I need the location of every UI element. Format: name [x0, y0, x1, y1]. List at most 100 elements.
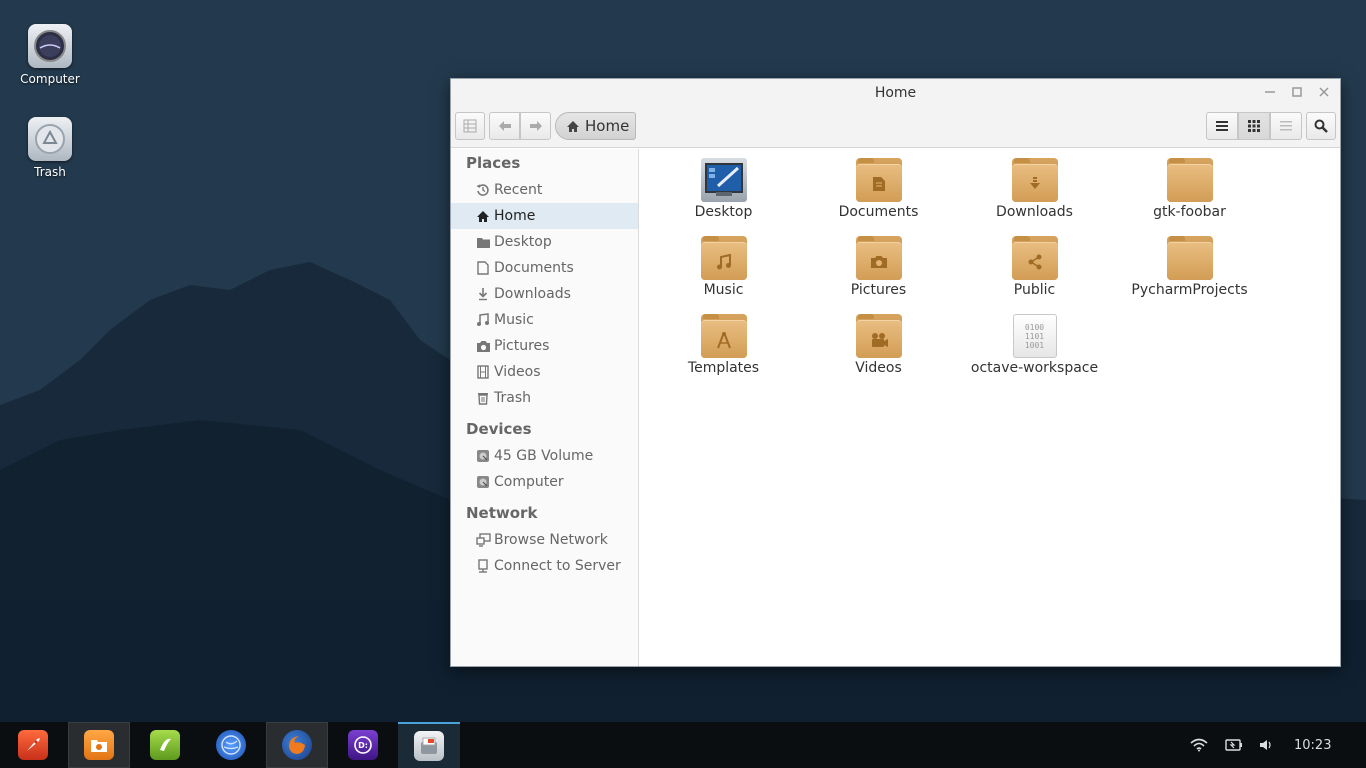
- list-view-button[interactable]: [1206, 112, 1238, 140]
- drive-icon: [475, 448, 491, 464]
- sidebar-item-computer[interactable]: Computer: [451, 469, 638, 495]
- file-item-pictures[interactable]: Pictures: [801, 236, 956, 298]
- sidebar-item-label: Home: [494, 208, 536, 224]
- folder-icon: [1166, 158, 1213, 202]
- sidebar-item-browse-network[interactable]: Browse Network: [451, 527, 638, 553]
- file-view[interactable]: Desktop Documents Downloads gtk-foobar M…: [640, 149, 1340, 666]
- clock-icon: [475, 182, 491, 198]
- arrow-left-icon: [498, 121, 511, 131]
- taskbar-web-browser[interactable]: [200, 722, 262, 768]
- sidebar-heading-places: Places: [466, 154, 521, 172]
- file-label: Public: [1013, 282, 1056, 298]
- desktop-icon-trash[interactable]: Trash: [10, 117, 90, 179]
- sidebar-item-music[interactable]: Music: [451, 307, 638, 333]
- columns-icon: [1280, 121, 1292, 131]
- svg-text:D:: D:: [358, 741, 368, 750]
- column-view-button[interactable]: [1270, 112, 1302, 140]
- minimize-button[interactable]: [1261, 83, 1279, 101]
- share-icon: [1028, 254, 1041, 269]
- list-icon: [1216, 121, 1228, 131]
- arrow-right-icon: [529, 121, 542, 131]
- firefox-icon: [282, 730, 312, 760]
- file-item-octave-workspace[interactable]: 0100 1101 1001 octave-workspace: [957, 314, 1112, 376]
- camera-icon: [475, 338, 491, 354]
- close-button[interactable]: [1315, 83, 1333, 101]
- back-button[interactable]: [489, 112, 520, 140]
- sidebar-heading-network: Network: [466, 504, 538, 522]
- battery-icon[interactable]: [1225, 722, 1243, 768]
- drive-icon: [475, 474, 491, 490]
- file-manager-window: Home Home Places Recent Home Desktop Doc…: [450, 78, 1341, 667]
- volume-icon[interactable]: [1259, 722, 1273, 768]
- file-item-videos[interactable]: Videos: [801, 314, 956, 376]
- desktop-icon-label: Trash: [34, 165, 66, 179]
- file-item-gtk-foobar[interactable]: gtk-foobar: [1112, 158, 1267, 220]
- file-label: Templates: [687, 360, 760, 376]
- file-item-documents[interactable]: Documents: [801, 158, 956, 220]
- deadbeef-icon: D:: [348, 730, 378, 760]
- taskbar-music-player[interactable]: [134, 722, 196, 768]
- sidebar-item-recent[interactable]: Recent: [451, 177, 638, 203]
- folder-icon: [855, 314, 902, 358]
- sidebar-item-downloads[interactable]: Downloads: [451, 281, 638, 307]
- sidebar-item-label: Computer: [494, 474, 564, 490]
- maximize-button[interactable]: [1288, 83, 1306, 101]
- sidebar-item-label: Documents: [494, 260, 574, 276]
- taskbar-file-manager[interactable]: [68, 722, 130, 768]
- sidebar-item-label: Videos: [494, 364, 541, 380]
- desktop-icon-computer[interactable]: Computer: [10, 24, 90, 86]
- home-icon: [475, 208, 491, 224]
- binary-file-icon: 0100 1101 1001: [1012, 314, 1057, 358]
- window-titlebar[interactable]: Home: [451, 79, 1340, 106]
- sidebar-item-home[interactable]: Home: [451, 203, 638, 229]
- file-label: Desktop: [694, 204, 753, 220]
- breadcrumb-home[interactable]: Home: [555, 112, 636, 140]
- file-manager-icon: [84, 730, 114, 760]
- file-item-desktop[interactable]: Desktop: [646, 158, 801, 220]
- folder-icon: [1011, 236, 1058, 280]
- film-camera-icon: [871, 332, 888, 347]
- desktop-folder-icon: [475, 234, 491, 250]
- computer-icon: [28, 24, 72, 68]
- minimize-icon: [1265, 91, 1275, 93]
- music-icon: [475, 312, 491, 328]
- sidebar-item-label: Connect to Server: [494, 558, 621, 574]
- sidebar-item-trash[interactable]: Trash: [451, 385, 638, 411]
- sidebar-item-pictures[interactable]: Pictures: [451, 333, 638, 359]
- file-item-music[interactable]: Music: [646, 236, 801, 298]
- file-label: Videos: [855, 360, 902, 376]
- sidebar-item-45gb-volume[interactable]: 45 GB Volume: [451, 443, 638, 469]
- file-label: Downloads: [996, 204, 1073, 220]
- taskbar-firefox[interactable]: [266, 722, 328, 768]
- taskbar-launcher[interactable]: [2, 722, 64, 768]
- folder-icon: [1166, 236, 1213, 280]
- binary-line: 1101: [1024, 331, 1045, 341]
- window-title: Home: [874, 84, 917, 101]
- sidebar-item-connect-to-server[interactable]: Connect to Server: [451, 553, 638, 579]
- home-icon: [567, 120, 579, 132]
- rocket-launcher-icon: [18, 730, 48, 760]
- taskbar-deadbeef[interactable]: D:: [332, 722, 394, 768]
- folder-icon: [1011, 158, 1058, 202]
- toolbar: Home: [451, 106, 1340, 148]
- file-item-templates[interactable]: Templates: [646, 314, 801, 376]
- grid-view-button[interactable]: [1238, 112, 1270, 140]
- taskbar-files-app[interactable]: [398, 722, 460, 768]
- sidebar-item-documents[interactable]: Documents: [451, 255, 638, 281]
- search-button[interactable]: [1306, 112, 1336, 140]
- toggle-sidebar-button[interactable]: [455, 112, 485, 140]
- file-item-public[interactable]: Public: [957, 236, 1112, 298]
- film-icon: [475, 364, 491, 380]
- file-label: Documents: [838, 204, 919, 220]
- file-item-pycharmprojects[interactable]: PycharmProjects: [1112, 236, 1267, 298]
- sidebar-item-videos[interactable]: Videos: [451, 359, 638, 385]
- forward-button[interactable]: [520, 112, 551, 140]
- wifi-icon[interactable]: [1190, 722, 1208, 768]
- file-label: gtk-foobar: [1153, 204, 1226, 220]
- sidebar-item-label: Pictures: [494, 338, 550, 354]
- sidebar-item-desktop[interactable]: Desktop: [451, 229, 638, 255]
- clock[interactable]: 10:23: [1294, 722, 1331, 768]
- file-item-downloads[interactable]: Downloads: [957, 158, 1112, 220]
- network-icon: [475, 532, 491, 548]
- sidebar-item-label: Desktop: [494, 234, 552, 250]
